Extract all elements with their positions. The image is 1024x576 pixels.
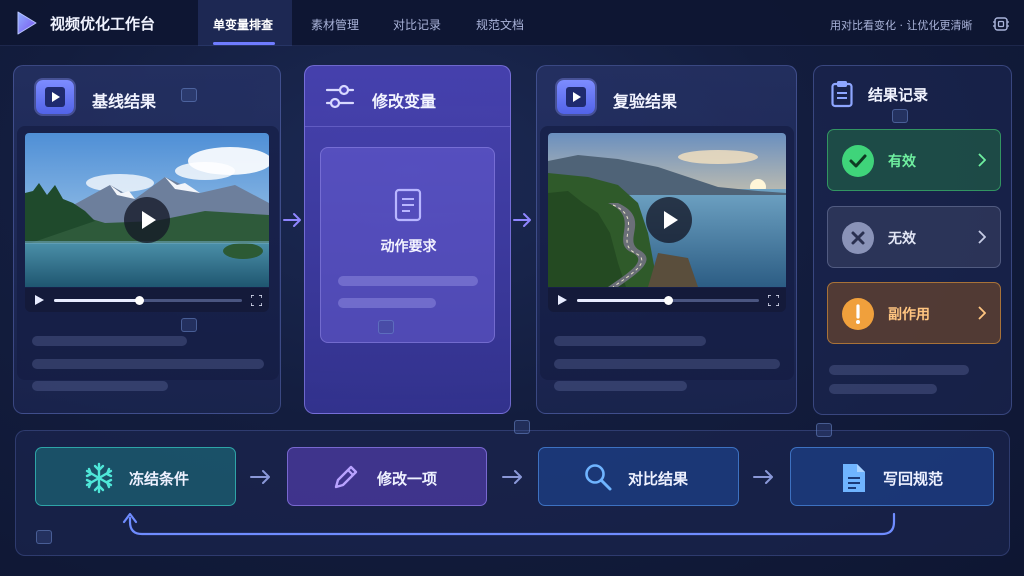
play-icon	[45, 87, 65, 107]
check-icon	[849, 154, 867, 168]
retest-seek-bar[interactable]	[577, 296, 759, 305]
step-modify-one-button[interactable]: 修改一项	[287, 447, 487, 506]
result-effective-button[interactable]: 有效	[827, 129, 1001, 191]
arrow-right-icon	[513, 213, 531, 227]
chevron-right-icon	[978, 153, 986, 167]
fullscreen-icon[interactable]	[251, 295, 262, 306]
step-compare-results-button[interactable]: 对比结果	[538, 447, 739, 506]
active-tab-indicator	[213, 42, 275, 45]
retest-title: 复验结果	[613, 92, 678, 111]
clipboard-icon	[831, 81, 853, 108]
baseline-title: 基线结果	[92, 92, 157, 111]
seek-handle[interactable]	[664, 296, 673, 305]
skeleton-line	[338, 276, 478, 286]
settings-icon[interactable]	[992, 15, 1010, 33]
skeleton-line	[829, 365, 969, 375]
play-small-icon[interactable]	[557, 295, 567, 305]
skeleton-line	[32, 359, 264, 369]
step-compare-results-label: 对比结果	[628, 470, 689, 488]
result-invalid-button[interactable]: 无效	[827, 206, 1001, 268]
modify-variable-title: 修改变量	[372, 92, 437, 111]
sliders-icon	[325, 84, 355, 109]
x-icon	[851, 231, 865, 245]
retest-play-button[interactable]	[646, 197, 692, 243]
result-side-effect-label: 副作用	[888, 307, 930, 323]
skeleton-line	[554, 359, 780, 369]
watermark-icon	[181, 88, 197, 102]
baseline-seek-bar[interactable]	[54, 296, 242, 305]
step-write-back-spec-label: 写回规范	[883, 470, 944, 488]
play-icon	[664, 211, 678, 229]
tab-single-variable[interactable]: 单变量排查	[213, 16, 273, 33]
step-freeze-conditions-button[interactable]: 冻结条件	[35, 447, 236, 506]
step-freeze-conditions-label: 冻结条件	[129, 470, 190, 488]
arrow-right-icon	[753, 470, 773, 484]
tab-assets[interactable]: 素材管理	[311, 16, 359, 33]
watermark-icon	[892, 109, 908, 123]
watermark-icon	[181, 318, 197, 332]
app-logo-icon	[17, 11, 37, 35]
step-write-back-spec-button[interactable]: 写回规范	[790, 447, 994, 506]
seek-handle[interactable]	[134, 296, 144, 305]
search-icon	[585, 464, 612, 491]
skeleton-line	[32, 381, 168, 391]
result-record-title: 结果记录	[868, 86, 929, 104]
exclamation-icon	[856, 304, 860, 324]
document-icon	[843, 464, 865, 492]
step-modify-one-label: 修改一项	[377, 470, 438, 488]
result-side-effect-button[interactable]: 副作用	[827, 282, 1001, 344]
chevron-right-icon	[978, 230, 986, 244]
skeleton-line	[338, 298, 436, 308]
watermark-icon	[514, 420, 530, 434]
arrow-right-icon	[250, 470, 270, 484]
tab-spec-docs[interactable]: 规范文档	[476, 16, 524, 33]
action-requirement-card[interactable]: 动作要求	[320, 147, 495, 343]
result-effective-label: 有效	[888, 154, 916, 170]
watermark-icon	[816, 423, 832, 437]
retest-video-controls	[548, 288, 786, 312]
baseline-play-button[interactable]	[124, 197, 170, 243]
top-bar: 视频优化工作台 单变量排查 素材管理 对比记录 规范文档 用对比看变化 · 让优…	[0, 0, 1024, 46]
app-title: 视频优化工作台	[50, 15, 156, 33]
play-small-icon[interactable]	[34, 295, 44, 305]
skeleton-line	[829, 384, 937, 394]
play-icon	[566, 87, 586, 107]
slogan: 用对比看变化 · 让优化更清晰	[830, 19, 973, 32]
pencil-icon	[334, 465, 358, 489]
fullscreen-icon[interactable]	[768, 295, 779, 306]
snowflake-icon	[85, 462, 113, 494]
modify-variable-panel: 修改变量 动作要求	[304, 65, 511, 414]
arrow-right-icon	[283, 213, 301, 227]
tab-compare-records[interactable]: 对比记录	[393, 16, 441, 33]
watermark-icon	[378, 320, 394, 334]
arrow-right-icon	[502, 470, 522, 484]
loop-back-arrow-icon	[122, 512, 896, 536]
watermark-icon	[36, 530, 52, 544]
result-invalid-label: 无效	[888, 231, 916, 247]
action-requirement-label: 动作要求	[380, 239, 437, 255]
skeleton-line	[554, 336, 706, 346]
skeleton-line	[554, 381, 687, 391]
play-icon	[142, 211, 156, 229]
skeleton-line	[32, 336, 187, 346]
baseline-video-controls	[25, 288, 269, 312]
chevron-right-icon	[978, 306, 986, 320]
document-icon	[394, 188, 422, 222]
